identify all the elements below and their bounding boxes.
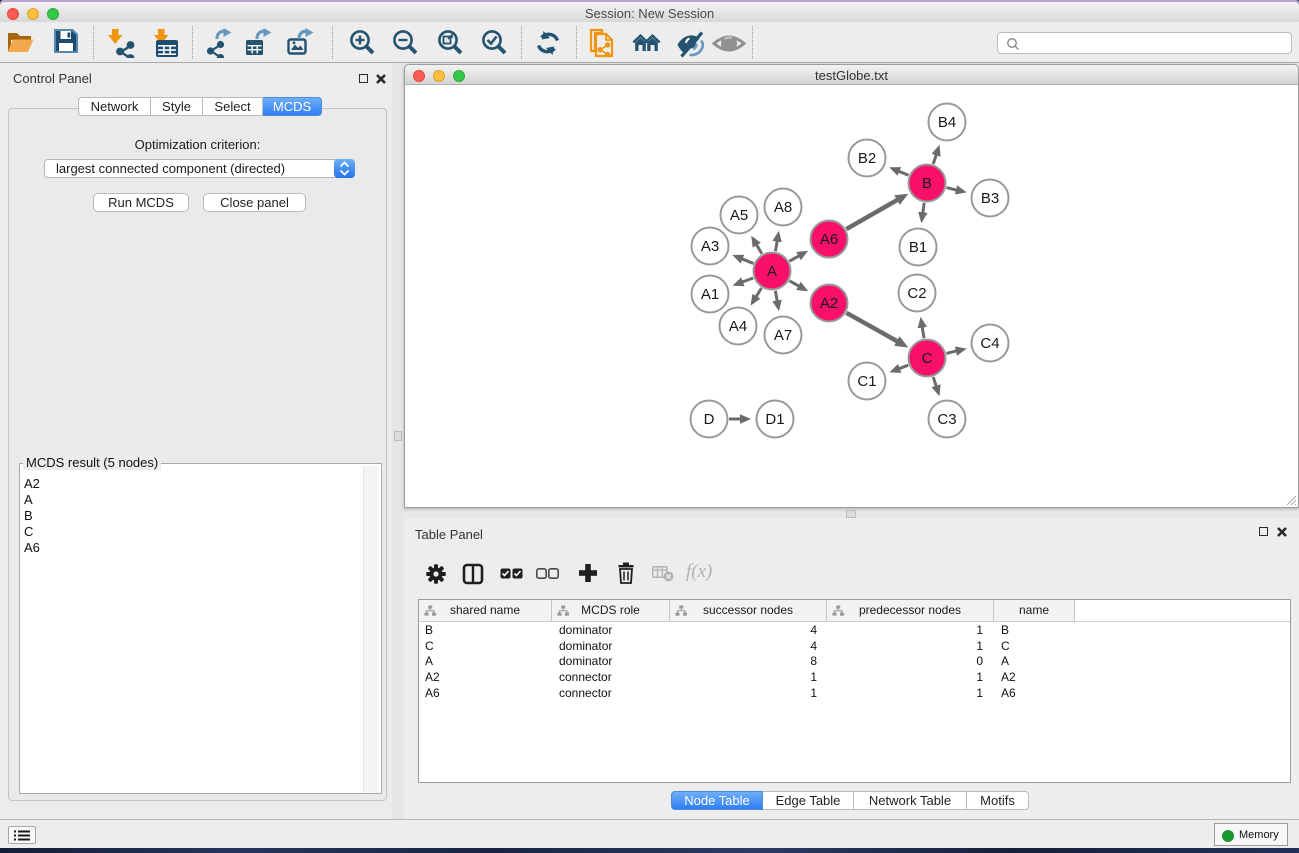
svg-text:B2: B2 [858,150,876,167]
svg-text:A6: A6 [820,231,838,248]
svg-text:A: A [767,263,777,280]
svg-text:B: B [922,175,932,192]
svg-text:C1: C1 [857,373,876,390]
svg-text:A5: A5 [730,207,748,224]
svg-text:B3: B3 [981,190,999,207]
svg-text:A4: A4 [729,318,747,335]
svg-text:A7: A7 [774,327,792,344]
svg-text:C2: C2 [907,285,926,302]
svg-text:A8: A8 [774,199,792,216]
svg-text:A3: A3 [701,238,719,255]
svg-text:A2: A2 [820,295,838,312]
svg-text:C: C [922,350,933,367]
svg-text:B4: B4 [938,114,956,131]
svg-text:A1: A1 [701,286,719,303]
svg-text:C4: C4 [980,335,999,352]
svg-text:D1: D1 [765,411,784,428]
svg-text:D: D [704,411,715,428]
svg-text:B1: B1 [909,239,927,256]
svg-text:C3: C3 [937,411,956,428]
